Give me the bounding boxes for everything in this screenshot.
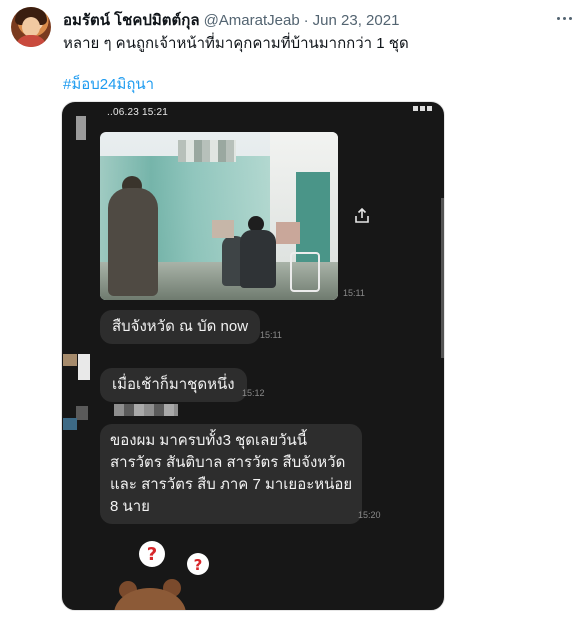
author-name[interactable]: อมรัตน์ โชคปมิตต์กุล [63,8,200,32]
photo-timestamp: 15:11 [343,288,365,298]
chat-bubble: ของผม มาครบทั้ง3 ชุดเลยวันนี้ สารวัตร สั… [100,424,363,524]
svg-text:?: ? [194,556,203,574]
message-line: และ สารวัตร สืบ ภาค 7 มาเยอะหน่อย [110,476,353,493]
message-line: สารวัตร สันติบาล สารวัตร สืบจังหวัด [110,454,346,471]
message-text: สืบจังหวัด ณ บัด now [112,318,249,335]
pixelated-block [114,404,178,416]
message-timestamp: 15:20 [358,510,381,520]
message-timestamp: 15:11 [260,330,282,340]
tweet-text: หลาย ๆ คนถูกเจ้าหน้าที่มาคุกคามที่บ้านมา… [63,35,409,52]
chat-bubble: สืบจังหวัด ณ บัด now [100,310,261,344]
message-text: เมื่อเช้าก็มาชุดหนึ่ง [112,376,235,393]
message-line: ของผม มาครบทั้ง3 ชุดเลยวันนี้ [110,432,308,449]
pixelated-block [76,406,88,420]
share-icon[interactable] [352,206,372,226]
hashtag-link[interactable]: #ม็อบ24มิถุนา [63,72,154,96]
tweet: อมรัตน์ โชคปมิตต์กุล @AmaratJeab · Jun 2… [0,0,588,622]
tweet-date[interactable]: Jun 23, 2021 [313,12,400,29]
more-icon[interactable] [554,8,574,28]
status-time: ..06.23 15:21 [107,107,168,118]
pixelated-block [63,418,77,430]
tweet-media-image[interactable]: ..06.23 15:21 15:11 สืบจังหวัด ณ บัด now [61,101,445,611]
question-sticker: ? ? [114,536,224,610]
svg-text:?: ? [147,544,157,565]
chat-bubble: เมื่อเช้าก็มาชุดหนึ่ง [100,368,247,402]
avatar[interactable] [11,7,51,47]
scrollbar[interactable] [441,198,444,358]
separator: · [303,12,309,29]
pixelated-block [78,354,90,380]
chat-photo[interactable] [100,132,338,300]
message-timestamp: 15:12 [242,388,265,398]
author-handle[interactable]: @AmaratJeab [204,12,300,29]
pixelated-block [76,116,86,140]
message-line: 8 นาย [110,498,150,515]
tweet-header: อมรัตน์ โชคปมิตต์กุล @AmaratJeab · Jun 2… [63,8,400,29]
pixelated-block [63,354,77,366]
status-bars-icon [413,106,432,111]
